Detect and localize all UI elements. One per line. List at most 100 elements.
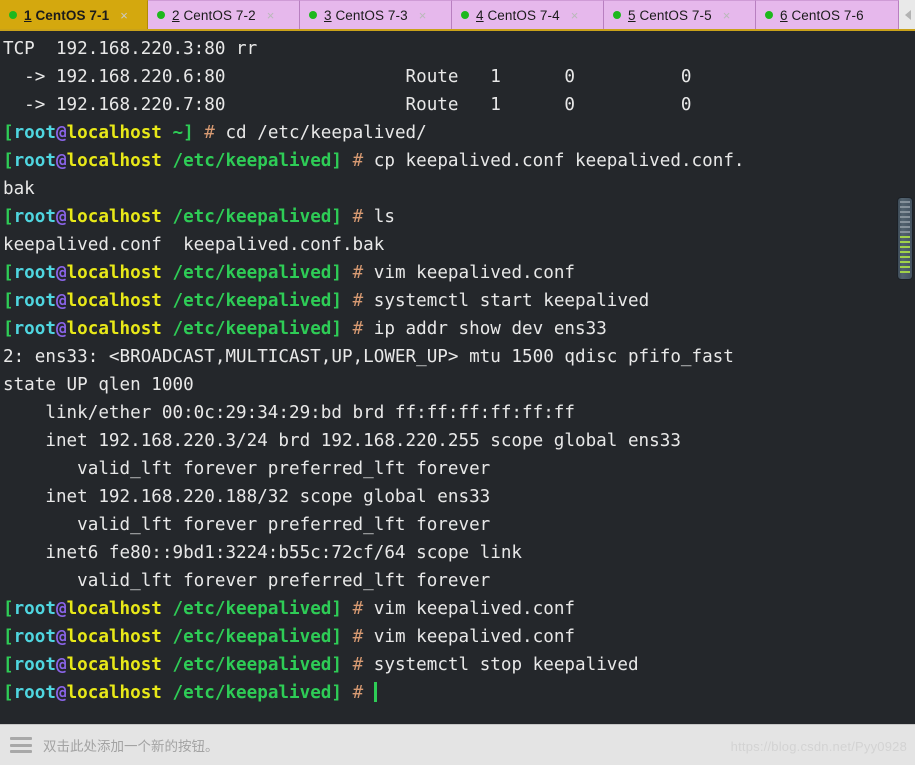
hamburger-icon[interactable] — [10, 737, 32, 753]
tab-label: 3 CentOS 7-3 — [324, 7, 408, 23]
tab-centos-7-4[interactable]: 4 CentOS 7-4 × — [452, 0, 604, 29]
prompt-sigil: # — [341, 319, 374, 339]
prompt-host: localhost — [66, 291, 162, 311]
prompt-at: @ — [55, 151, 67, 171]
terminal-cursor — [373, 682, 377, 702]
prompt-path: ~] — [161, 123, 194, 143]
prompt-bracket-open: [ — [3, 263, 14, 283]
tab-status-dot — [765, 11, 773, 19]
prompt-path: /etc/keepalived] — [161, 263, 342, 283]
prompt-sigil: # — [341, 207, 374, 227]
terminal-output-line: inet 192.168.220.3/24 brd 192.168.220.25… — [3, 431, 681, 451]
terminal-command: vim keepalived.conf — [373, 599, 576, 619]
prompt-sigil: # — [341, 655, 374, 675]
prompt-at: @ — [55, 627, 67, 647]
terminal-prompt-line: [root@localhost /etc/keepalived] # ip ad… — [3, 315, 745, 343]
terminal-command: vim keepalived.conf — [373, 627, 576, 647]
prompt-at: @ — [55, 123, 67, 143]
prompt-host: localhost — [66, 655, 162, 675]
prompt-at: @ — [55, 207, 67, 227]
tab-centos-7-2[interactable]: 2 CentOS 7-2 × — [148, 0, 300, 29]
terminal-viewport[interactable]: TCP 192.168.220.3:80 rr -> 192.168.220.6… — [0, 31, 915, 724]
prompt-at: @ — [55, 683, 67, 703]
prompt-path: /etc/keepalived] — [161, 599, 342, 619]
tab-centos-7-5[interactable]: 5 CentOS 7-5 × — [604, 0, 756, 29]
prompt-user: root — [13, 291, 56, 311]
prompt-user: root — [13, 151, 56, 171]
prompt-path: /etc/keepalived] — [161, 291, 342, 311]
terminal-command: ip addr show dev ens33 — [373, 319, 607, 339]
terminal-output-line: TCP 192.168.220.3:80 rr — [3, 39, 258, 59]
prompt-user: root — [13, 655, 56, 675]
prompt-bracket-open: [ — [3, 599, 14, 619]
status-bar-hint: 双击此处添加一个新的按钮。 — [43, 739, 219, 755]
prompt-bracket-open: [ — [3, 207, 14, 227]
prompt-host: localhost — [66, 683, 162, 703]
prompt-host: localhost — [66, 627, 162, 647]
tab-status-dot — [9, 11, 17, 19]
tab-centos-7-3[interactable]: 3 CentOS 7-3 × — [300, 0, 452, 29]
terminal-command: cp keepalived.conf keepalived.conf. — [373, 151, 745, 171]
prompt-user: root — [13, 263, 56, 283]
terminal-app-window: 1 CentOS 7-1 × 2 CentOS 7-2 × 3 CentOS 7-3 × 4… — [0, 0, 915, 765]
tab-label: 4 CentOS 7-4 — [476, 7, 560, 23]
terminal-prompt-line: [root@localhost /etc/keepalived] # vim k… — [3, 623, 745, 651]
terminal-prompt-line: [root@localhost /etc/keepalived] # vim k… — [3, 259, 745, 287]
terminal-prompt-line: [root@localhost /etc/keepalived] # syste… — [3, 287, 745, 315]
prompt-at: @ — [55, 291, 67, 311]
tab-status-dot — [157, 11, 165, 19]
prompt-user: root — [13, 683, 56, 703]
prompt-sigil: # — [341, 263, 374, 283]
prompt-sigil: # — [341, 599, 374, 619]
prompt-user: root — [13, 319, 56, 339]
prompt-at: @ — [55, 599, 67, 619]
tab-close-icon[interactable]: × — [571, 9, 579, 22]
terminal-command: vim keepalived.conf — [373, 263, 576, 283]
prompt-path: /etc/keepalived] — [161, 627, 342, 647]
prompt-at: @ — [55, 655, 67, 675]
terminal-command: systemctl start keepalived — [373, 291, 650, 311]
terminal-prompt-line: [root@localhost ~] # cd /etc/keepalived/ — [3, 119, 745, 147]
tab-label: 2 CentOS 7-2 — [172, 7, 256, 23]
prompt-path: /etc/keepalived] — [161, 319, 342, 339]
prompt-user: root — [13, 123, 56, 143]
prompt-host: localhost — [66, 319, 162, 339]
prompt-bracket-open: [ — [3, 655, 14, 675]
terminal-prompt-line: [root@localhost /etc/keepalived] # ls — [3, 203, 745, 231]
tab-status-dot — [309, 11, 317, 19]
scrollbar-grip-lines-accent — [900, 236, 910, 277]
tab-centos-7-1[interactable]: 1 CentOS 7-1 × — [0, 0, 148, 29]
prompt-bracket-open: [ — [3, 319, 14, 339]
terminal-command: ls — [373, 207, 395, 227]
prompt-host: localhost — [66, 599, 162, 619]
tab-close-icon[interactable]: × — [120, 9, 128, 22]
status-bar[interactable]: 双击此处添加一个新的按钮。 https://blog.csdn.net/Pyy0… — [0, 724, 915, 765]
scrollbar-thumb[interactable] — [897, 197, 913, 281]
prompt-path: /etc/keepalived] — [161, 207, 342, 227]
tab-label: 5 CentOS 7-5 — [628, 7, 712, 23]
terminal-output-line: valid_lft forever preferred_lft forever — [3, 459, 491, 479]
watermark-text: https://blog.csdn.net/Pyy0928 — [730, 739, 907, 754]
prompt-at: @ — [55, 319, 67, 339]
prompt-user: root — [13, 599, 56, 619]
chevron-left-icon[interactable] — [899, 0, 915, 29]
terminal-scrollbar[interactable] — [897, 31, 913, 724]
tab-status-dot — [461, 11, 469, 19]
terminal-output[interactable]: TCP 192.168.220.3:80 rr -> 192.168.220.6… — [0, 31, 745, 707]
prompt-user: root — [13, 207, 56, 227]
terminal-output-line: state UP qlen 1000 — [3, 375, 194, 395]
tab-close-icon[interactable]: × — [723, 9, 731, 22]
prompt-host: localhost — [66, 151, 162, 171]
tab-bar: 1 CentOS 7-1 × 2 CentOS 7-2 × 3 CentOS 7-3 × 4… — [0, 0, 915, 31]
terminal-prompt-line: [root@localhost /etc/keepalived] # cp ke… — [3, 147, 745, 175]
terminal-output-line: bak — [3, 179, 35, 199]
prompt-host: localhost — [66, 207, 162, 227]
terminal-output-line: link/ether 00:0c:29:34:29:bd brd ff:ff:f… — [3, 403, 575, 423]
tab-close-icon[interactable]: × — [267, 9, 275, 22]
prompt-host: localhost — [66, 123, 162, 143]
terminal-output-line: inet 192.168.220.188/32 scope global ens… — [3, 487, 491, 507]
prompt-at: @ — [55, 263, 67, 283]
tab-close-icon[interactable]: × — [419, 9, 427, 22]
tab-centos-7-6[interactable]: 6 CentOS 7-6 — [756, 0, 899, 29]
terminal-output-line: valid_lft forever preferred_lft forever — [3, 515, 491, 535]
